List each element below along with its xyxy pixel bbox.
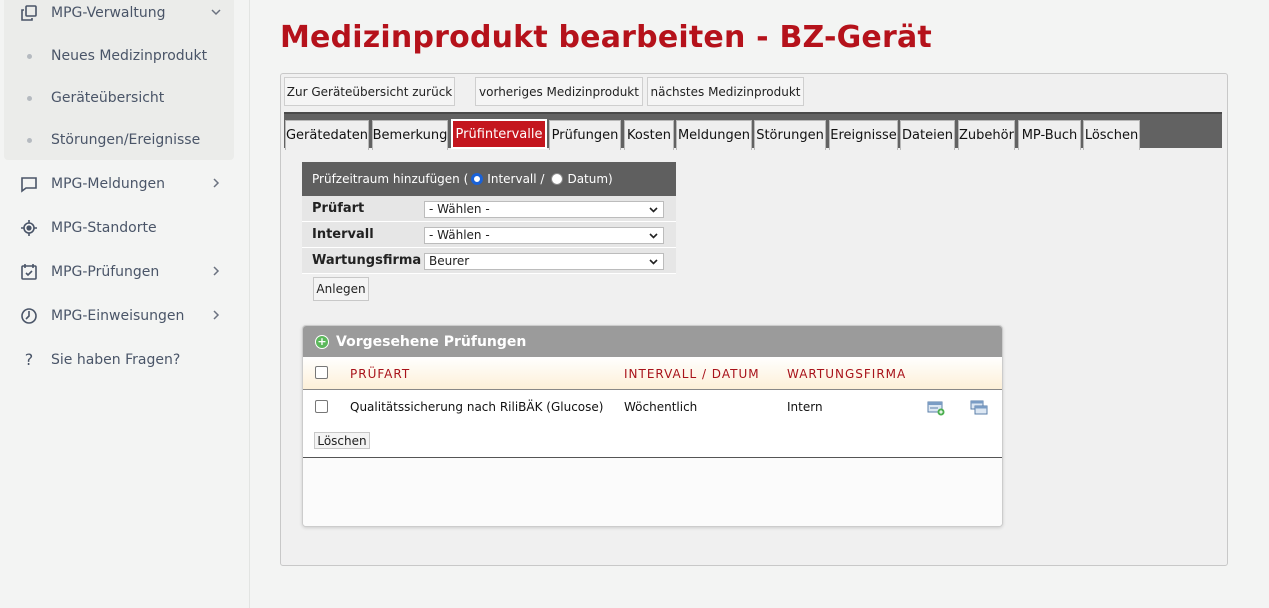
add-interval-form: Prüfzeitraum hinzufügen ( Intervall / Da…: [302, 162, 676, 301]
wartungsfirma-label: Wartungsfirma: [312, 253, 422, 268]
radio-interval[interactable]: [471, 173, 484, 185]
windows-stack-icon[interactable]: [970, 400, 988, 416]
chevron-down-icon: [211, 9, 221, 16]
add-interval-title: Prüfzeitraum hinzufügen (: [312, 172, 469, 186]
select-all-checkbox[interactable]: [315, 366, 328, 379]
sidebar-subitem-stoerungen-ereignisse[interactable]: Störungen/Ereignisse: [0, 122, 240, 158]
sidebar-item-help[interactable]: ? Sie haben Fragen?: [0, 340, 250, 380]
tab-mp-buch[interactable]: MP-Buch: [1018, 120, 1081, 150]
tab-kosten[interactable]: Kosten: [624, 120, 674, 150]
chevron-right-icon: [213, 310, 220, 320]
tab-meldungen[interactable]: Meldungen: [676, 120, 752, 150]
intervall-select[interactable]: - Wählen -: [424, 227, 664, 244]
tab-bar: Gerätedaten Bemerkung Prüfintervalle Prü…: [284, 112, 1222, 150]
column-pruefart[interactable]: PRÜFART: [350, 367, 410, 381]
wartungsfirma-select-value: Beurer: [429, 254, 470, 268]
delete-selected-button[interactable]: Löschen: [314, 432, 370, 449]
sidebar-item-label: Sie haben Fragen?: [51, 352, 181, 368]
create-button[interactable]: Anlegen: [313, 277, 369, 301]
add-circle-icon[interactable]: +: [315, 334, 329, 349]
planned-checks-panel: + Vorgesehene Prüfungen PRÜFART INTERVAL…: [302, 325, 1003, 527]
pruefart-select-value: - Wählen -: [429, 202, 490, 216]
tab-geraetedaten[interactable]: Gerätedaten: [285, 120, 369, 150]
planned-checks-title: Vorgesehene Prüfungen: [336, 333, 527, 350]
question-icon: ?: [24, 350, 34, 369]
intervall-select-value: - Wählen -: [429, 228, 490, 242]
pruefart-label: Prüfart: [312, 201, 365, 216]
table-row: Qualitätssicherung nach RiliBÄK (Glucose…: [303, 390, 1002, 423]
chevron-right-icon: [213, 266, 220, 276]
add-interval-header: Prüfzeitraum hinzufügen ( Intervall / Da…: [302, 162, 676, 196]
cell-pruefart: Qualitätssicherung nach RiliBÄK (Glucose…: [350, 400, 604, 414]
cell-wartungsfirma: Intern: [787, 400, 823, 414]
pruefart-select[interactable]: - Wählen -: [424, 201, 664, 218]
tab-pruefungen[interactable]: Prüfungen: [549, 120, 621, 150]
chevron-down-icon: [649, 233, 658, 239]
form-row-pruefart: Prüfart - Wählen -: [302, 196, 676, 222]
sidebar-item-mpg-standorte[interactable]: MPG-Standorte: [0, 208, 250, 248]
sidebar-item-mpg-pruefungen[interactable]: MPG-Prüfungen: [0, 252, 250, 292]
page-title: Medizinprodukt bearbeiten - BZ-Gerät: [280, 20, 932, 55]
calendar-check-icon: [21, 264, 37, 280]
intervall-label: Intervall: [312, 227, 374, 242]
previous-device-button[interactable]: vorheriges Medizinprodukt: [475, 77, 643, 106]
planned-checks-header: + Vorgesehene Prüfungen: [303, 326, 1002, 357]
column-wartungsfirma[interactable]: WARTUNGSFIRMA: [787, 367, 906, 381]
sidebar-item-mpg-meldungen[interactable]: MPG-Meldungen: [0, 164, 250, 204]
sidebar-item-label: MPG-Prüfungen: [51, 264, 160, 280]
tab-bemerkung[interactable]: Bemerkung: [372, 120, 448, 150]
bullet-icon: [27, 95, 32, 101]
bullet-icon: [27, 53, 32, 59]
chat-icon: [21, 177, 37, 193]
radio-date-label: Datum): [567, 172, 613, 186]
list-footer: [303, 458, 1002, 526]
tab-stoerungen[interactable]: Störungen: [754, 120, 826, 150]
tab-loeschen[interactable]: Löschen: [1083, 120, 1140, 150]
form-row-wartungsfirma: Wartungsfirma Beurer: [302, 248, 676, 274]
target-icon: [21, 220, 37, 236]
tab-pruefintervalle[interactable]: Prüfintervalle: [451, 119, 547, 149]
sidebar-subitem-neues-medizinprodukt[interactable]: Neues Medizinprodukt: [0, 38, 240, 74]
wartungsfirma-select[interactable]: Beurer: [424, 253, 664, 270]
chevron-down-icon: [649, 259, 658, 265]
sidebar-subitem-label: Geräteübersicht: [51, 90, 165, 106]
tab-ereignisse[interactable]: Ereignisse: [829, 120, 898, 150]
table-header: PRÜFART INTERVALL / DATUM WARTUNGSFIRMA: [303, 357, 1002, 390]
tab-zubehoer[interactable]: Zubehör: [958, 120, 1015, 150]
column-intervall-datum[interactable]: INTERVALL / DATUM: [624, 367, 760, 381]
sidebar-item-mpg-einweisungen[interactable]: MPG-Einweisungen: [0, 296, 250, 336]
sidebar-item-label: MPG-Meldungen: [51, 176, 166, 192]
sidebar-item-mpg-verwaltung[interactable]: MPG-Verwaltung: [0, 0, 250, 33]
next-device-button[interactable]: nächstes Medizinprodukt: [647, 77, 804, 106]
chevron-right-icon: [213, 178, 220, 188]
chevron-down-icon: [649, 207, 658, 213]
radio-date[interactable]: [551, 173, 564, 185]
sidebar: MPG-Verwaltung Neues Medizinprodukt Gerä…: [0, 0, 250, 608]
cell-intervall: Wöchentlich: [624, 400, 698, 414]
sidebar-subitem-label: Störungen/Ereignisse: [51, 132, 201, 148]
copy-icon: [21, 5, 37, 21]
sidebar-item-label: MPG-Verwaltung: [51, 5, 166, 21]
bullet-icon: [27, 137, 32, 143]
row-checkbox[interactable]: [315, 400, 328, 413]
form-row-intervall: Intervall - Wählen -: [302, 222, 676, 248]
sidebar-subitem-geraeteuebersicht[interactable]: Geräteübersicht: [0, 80, 240, 116]
back-to-overview-button[interactable]: Zur Geräteübersicht zurück: [284, 77, 455, 106]
main-content: Medizinprodukt bearbeiten - BZ-Gerät Zur…: [250, 0, 1269, 608]
sidebar-item-label: MPG-Einweisungen: [51, 308, 185, 324]
edit-panel: Zur Geräteübersicht zurück vorheriges Me…: [280, 73, 1228, 566]
add-check-icon[interactable]: [927, 400, 945, 416]
sidebar-subitem-label: Neues Medizinprodukt: [51, 48, 208, 64]
sidebar-item-label: MPG-Standorte: [51, 220, 157, 236]
tab-dateien[interactable]: Dateien: [900, 120, 955, 150]
clock-icon: [21, 308, 37, 324]
radio-interval-label: Intervall /: [487, 172, 545, 186]
